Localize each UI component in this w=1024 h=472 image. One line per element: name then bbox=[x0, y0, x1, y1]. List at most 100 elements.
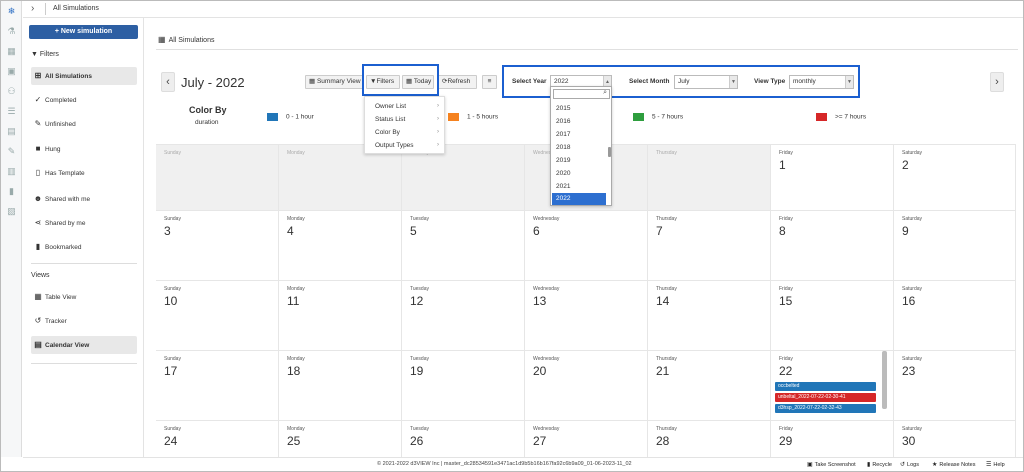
take-screenshot-button[interactable]: ▣ Take Screenshot bbox=[807, 461, 856, 468]
simulation-event[interactable]: d3hsp_2022-07-22-02-32-43 bbox=[775, 404, 876, 413]
sidebar-item-hung[interactable]: ■ Hung bbox=[31, 140, 137, 158]
document-icon[interactable]: ▥ bbox=[1, 161, 22, 181]
calendar-day-cell[interactable]: Sunday 10 bbox=[156, 280, 279, 350]
next-month-button[interactable]: › bbox=[990, 72, 1004, 92]
camera-icon: ▣ bbox=[807, 462, 813, 468]
filters-menu-status-list[interactable]: Status List › bbox=[375, 116, 443, 123]
calendar-scrollbar[interactable] bbox=[882, 351, 887, 409]
footer-action-label: Recycle bbox=[872, 462, 892, 468]
year-option[interactable]: 2020 bbox=[552, 168, 606, 180]
breadcrumb-current[interactable]: All Simulations bbox=[53, 5, 99, 12]
release-notes-button[interactable]: ★ Release Notes bbox=[932, 461, 975, 468]
calendar-day-cell[interactable]: Wednesday 20 bbox=[525, 350, 648, 420]
sidebar-item-shared-with-me[interactable]: ☻ Shared with me bbox=[31, 190, 137, 208]
day-name: Friday bbox=[779, 150, 793, 156]
calendar-day-cell[interactable]: Monday 18 bbox=[279, 350, 402, 420]
snowflake-icon[interactable]: ❄ bbox=[1, 1, 22, 21]
calendar-day-cell[interactable]: Friday 15 bbox=[771, 280, 894, 350]
trash-icon: ▮ bbox=[867, 462, 871, 468]
filters-menu-output-types[interactable]: Output Types › bbox=[375, 142, 443, 149]
calendar-day-cell[interactable]: Friday 29 bbox=[771, 420, 894, 457]
flask-icon[interactable]: ⚗ bbox=[1, 21, 22, 41]
filters-sidebar: + New simulation ▼ Filters ⊞ All Simulati… bbox=[23, 18, 144, 457]
prev-month-button[interactable]: ‹ bbox=[161, 72, 175, 92]
calendar-day-cell[interactable]: Saturday 9 bbox=[894, 210, 1016, 280]
calendar-day-cell[interactable]: Wednesday 6 bbox=[525, 210, 648, 280]
filters-menu-owner-list[interactable]: Owner List › bbox=[375, 103, 443, 110]
calendar-day-cell[interactable]: Saturday 16 bbox=[894, 280, 1016, 350]
legend-label: 1 - 5 hours bbox=[467, 113, 499, 121]
calendar-cell-outside-month[interactable]: Sunday bbox=[156, 144, 279, 210]
database-icon[interactable]: ▤ bbox=[1, 121, 22, 141]
legend-item: 5 - 7 hours bbox=[633, 113, 683, 121]
calendar-day-cell[interactable]: Tuesday 19 bbox=[402, 350, 525, 420]
calendar-day-cell[interactable]: Sunday 24 bbox=[156, 420, 279, 457]
calendar-day-cell[interactable]: Tuesday 12 bbox=[402, 280, 525, 350]
sidebar-item-table-view[interactable]: ▦ Table View bbox=[31, 288, 137, 306]
legend-label: 0 - 1 hour bbox=[286, 113, 314, 121]
tools-icon[interactable]: ✎ bbox=[1, 141, 22, 161]
calendar-day-cell[interactable]: Wednesday 13 bbox=[525, 280, 648, 350]
edit-icon: ✎ bbox=[34, 119, 42, 128]
logs-button[interactable]: ↺ Logs bbox=[900, 461, 919, 468]
help-button[interactable]: ☰ Help bbox=[986, 461, 1005, 468]
sidebar-item-has-template[interactable]: ▯ Has Template bbox=[31, 164, 137, 182]
calendar-day-cell[interactable]: Monday 25 bbox=[279, 420, 402, 457]
year-option-selected[interactable]: 2022 bbox=[552, 193, 606, 205]
simulation-event[interactable]: unbeltal_2022-07-22-02-30-41 bbox=[775, 393, 876, 402]
sidebar-item-tracker[interactable]: ↺ Tracker bbox=[31, 312, 137, 330]
table-icon: ▦ bbox=[158, 35, 166, 44]
calendar-cell-outside-month[interactable]: Thursday bbox=[648, 144, 771, 210]
year-search-input[interactable]: ⌕ bbox=[553, 89, 610, 99]
calendar-day-cell[interactable]: Thursday 21 bbox=[648, 350, 771, 420]
legend-item: 1 - 5 hours bbox=[448, 113, 498, 121]
calendar-day-cell[interactable]: Friday 8 bbox=[771, 210, 894, 280]
calendar-day-cell[interactable]: Saturday 2 bbox=[894, 144, 1016, 210]
year-dropdown-scrollbar[interactable] bbox=[608, 147, 611, 157]
history-icon: ↺ bbox=[900, 462, 906, 468]
year-option[interactable]: 2017 bbox=[552, 129, 606, 141]
calendar-day-cell[interactable]: Thursday 7 bbox=[648, 210, 771, 280]
footer-action-label: Logs bbox=[907, 462, 919, 468]
day-name: Monday bbox=[287, 150, 305, 156]
calendar-day-cell[interactable]: Monday 4 bbox=[279, 210, 402, 280]
calendar-day-cell[interactable]: Friday 22 occbelted unbeltal_2022-07-22-02-… bbox=[771, 350, 894, 420]
calendar-day-cell[interactable]: Saturday 23 bbox=[894, 350, 1016, 420]
year-option[interactable]: 2016 bbox=[552, 116, 606, 128]
report-icon[interactable]: ▧ bbox=[1, 201, 22, 221]
layers-icon[interactable]: ☰ bbox=[1, 101, 22, 121]
year-option[interactable]: 2021 bbox=[552, 181, 606, 193]
sidebar-item-unfinished[interactable]: ✎ Unfinished bbox=[31, 115, 137, 133]
calendar-day-cell[interactable]: Tuesday 5 bbox=[402, 210, 525, 280]
chevron-right-icon[interactable]: › bbox=[31, 3, 34, 14]
menu-button[interactable]: ≡ bbox=[482, 75, 497, 89]
chart-icon[interactable]: ▦ bbox=[1, 41, 22, 61]
new-simulation-button[interactable]: + New simulation bbox=[29, 25, 138, 39]
calendar-day-cell[interactable]: Wednesday 27 bbox=[525, 420, 648, 457]
recycle-button[interactable]: ▮ Recycle bbox=[867, 461, 892, 468]
calendar-day-cell[interactable]: Friday 1 bbox=[771, 144, 894, 210]
year-option[interactable]: 2019 bbox=[552, 155, 606, 167]
calendar-day-cell[interactable]: Saturday 30 bbox=[894, 420, 1016, 457]
network-icon[interactable]: ⚇ bbox=[1, 81, 22, 101]
bars-icon[interactable]: ▮ bbox=[1, 181, 22, 201]
calendar-day-cell[interactable]: Monday 11 bbox=[279, 280, 402, 350]
sidebar-item-bookmarked[interactable]: ▮ Bookmarked bbox=[31, 238, 137, 256]
calendar-day-cell[interactable]: Thursday 28 bbox=[648, 420, 771, 457]
sidebar-item-calendar-view[interactable]: ▤ Calendar View bbox=[31, 336, 137, 354]
sidebar-item-all-simulations[interactable]: ⊞ All Simulations bbox=[31, 67, 137, 85]
year-option[interactable]: 2015 bbox=[552, 103, 606, 115]
calendar-day-cell[interactable]: Sunday 3 bbox=[156, 210, 279, 280]
refresh-button[interactable]: ⟳Refresh bbox=[438, 75, 477, 89]
filters-menu-color-by[interactable]: Color By › bbox=[375, 129, 443, 136]
year-option[interactable]: 2018 bbox=[552, 142, 606, 154]
summary-view-button[interactable]: ▦ Summary View bbox=[305, 75, 363, 89]
table-icon: ▦ bbox=[34, 292, 42, 301]
sidebar-item-completed[interactable]: ✓ Completed bbox=[31, 91, 137, 109]
inbox-icon[interactable]: ▣ bbox=[1, 61, 22, 81]
calendar-day-cell[interactable]: Thursday 14 bbox=[648, 280, 771, 350]
simulation-event[interactable]: occbelted bbox=[775, 382, 876, 391]
calendar-day-cell[interactable]: Sunday 17 bbox=[156, 350, 279, 420]
sidebar-item-shared-by-me[interactable]: ⋖ Shared by me bbox=[31, 214, 137, 232]
calendar-day-cell[interactable]: Tuesday 26 bbox=[402, 420, 525, 457]
